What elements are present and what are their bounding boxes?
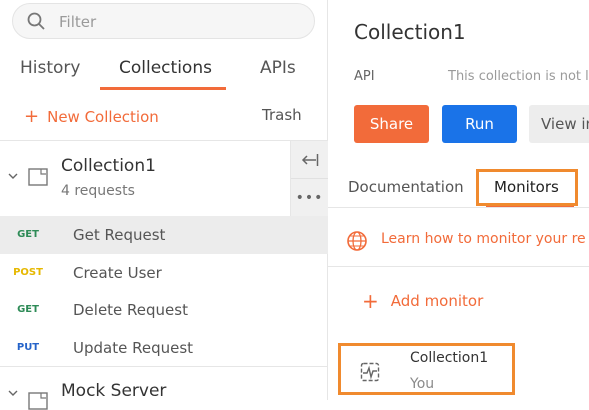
- tab-collections[interactable]: Collections: [119, 58, 212, 78]
- request-item[interactable]: POST Create User: [0, 254, 328, 292]
- mock-server-item[interactable]: Mock Server: [0, 366, 328, 410]
- globe-icon: [347, 231, 367, 251]
- request-method: GET: [17, 304, 39, 315]
- collection-side-buttons: •••: [290, 141, 328, 216]
- request-method: POST: [13, 267, 43, 278]
- divider: [328, 207, 589, 208]
- chevron-down-icon[interactable]: [8, 171, 18, 181]
- arrow-left-collapse-icon: [301, 153, 318, 166]
- page-title: Collection1: [354, 20, 466, 44]
- monitor-owner: You: [410, 376, 435, 392]
- request-item[interactable]: GET Delete Request: [0, 291, 328, 329]
- api-description: This collection is not li: [448, 69, 589, 84]
- search-input[interactable]: [57, 10, 301, 34]
- tab-documentation[interactable]: Documentation: [348, 178, 464, 196]
- monitor-list-item[interactable]: Collection1 You: [338, 343, 515, 395]
- collection-name: Collection1: [61, 156, 156, 176]
- collection-request-count: 4 requests: [61, 183, 135, 199]
- view-in-web-button[interactable]: View in: [529, 105, 589, 143]
- sidebar-tabs: History Collections APIs: [0, 58, 328, 90]
- new-collection-button[interactable]: + New Collection: [24, 106, 159, 127]
- learn-monitor-banner[interactable]: Learn how to monitor your re: [328, 220, 589, 267]
- share-button[interactable]: Share: [354, 105, 429, 143]
- learn-monitor-link[interactable]: Learn how to monitor your re: [381, 231, 586, 247]
- add-monitor-button[interactable]: + Add monitor: [362, 289, 483, 313]
- search-icon: [27, 12, 45, 30]
- request-item[interactable]: PUT Update Request: [0, 329, 328, 367]
- run-button[interactable]: Run: [442, 105, 517, 143]
- plus-icon: +: [362, 289, 379, 313]
- tab-apis[interactable]: APIs: [260, 58, 296, 78]
- request-method: GET: [17, 229, 39, 240]
- request-method: PUT: [16, 342, 40, 353]
- more-options-button[interactable]: •••: [291, 179, 328, 216]
- collection-details-panel: Collection1 API This collection is not l…: [328, 0, 589, 400]
- api-label: API: [354, 69, 375, 84]
- collapse-sidebar-button[interactable]: [291, 141, 328, 179]
- request-item[interactable]: GET Get Request: [0, 216, 328, 254]
- collection-item[interactable]: Collection1 4 requests •••: [0, 141, 328, 216]
- new-collection-label: New Collection: [47, 108, 159, 126]
- request-name: Get Request: [73, 226, 166, 244]
- tab-history[interactable]: History: [20, 58, 80, 78]
- highlight-box: [476, 169, 578, 206]
- request-name: Delete Request: [73, 301, 188, 319]
- chevron-down-icon[interactable]: [8, 388, 18, 398]
- collection-folder-icon: [28, 168, 48, 186]
- mock-server-name: Mock Server: [61, 381, 167, 401]
- plus-icon: +: [24, 106, 40, 127]
- active-tab-underline: [100, 87, 226, 90]
- monitor-name: Collection1: [410, 350, 489, 366]
- sidebar: History Collections APIs + New Collection…: [0, 0, 328, 410]
- request-name: Create User: [73, 264, 162, 282]
- trash-button[interactable]: Trash: [262, 106, 302, 124]
- monitor-activity-icon: [360, 362, 380, 382]
- request-name: Update Request: [73, 339, 194, 357]
- search-box: [12, 3, 315, 39]
- add-monitor-label: Add monitor: [390, 292, 484, 310]
- ellipsis-icon: •••: [295, 189, 324, 206]
- collection-folder-icon: [28, 392, 48, 410]
